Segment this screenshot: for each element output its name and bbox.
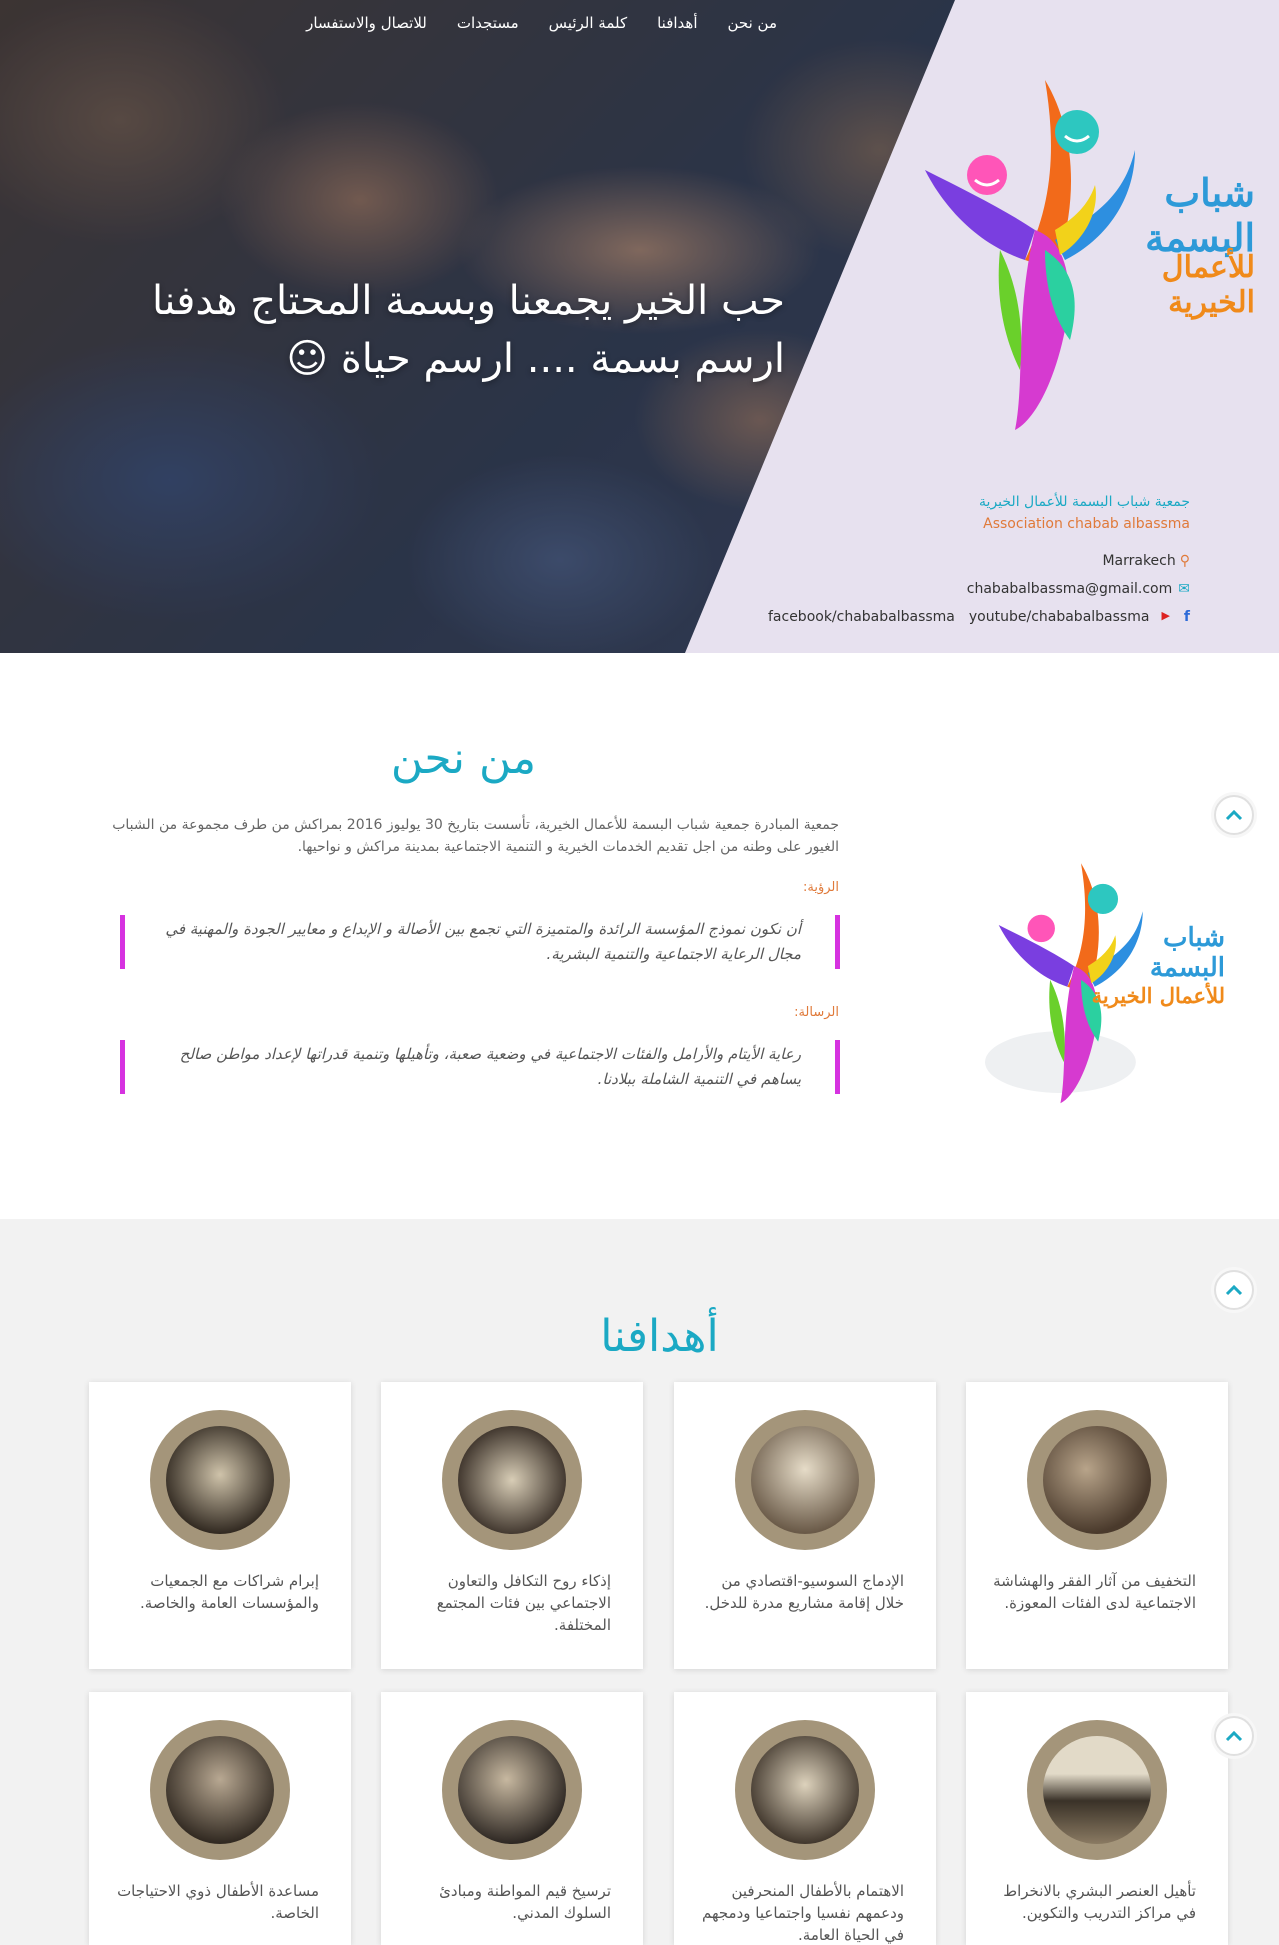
goal-photo xyxy=(1043,1736,1151,1844)
goal-image-ring xyxy=(150,1410,290,1550)
about-section: من نحن جمعية المبادرة جمعية شباب البسمة … xyxy=(0,653,1279,1219)
chevron-up-icon xyxy=(1225,1284,1243,1296)
goal-card: إبرام شراكات مع الجمعيات والمؤسسات العام… xyxy=(89,1382,351,1669)
envelope-icon: ✉ xyxy=(1178,581,1190,597)
goal-photo xyxy=(751,1426,859,1534)
goal-text: تأهيل العنصر البشري بالانخراط في مراكز ا… xyxy=(1003,1882,1196,1922)
goal-image-ring xyxy=(442,1720,582,1860)
scroll-top-button[interactable] xyxy=(1214,795,1254,835)
scroll-top-button[interactable] xyxy=(1214,1716,1254,1756)
logo-text-main: شباب البسمة xyxy=(1149,923,1225,983)
nav-item-about[interactable]: من نحن xyxy=(728,14,778,32)
email-text[interactable]: chababalbassma@gmail.com xyxy=(967,581,1172,597)
goal-photo xyxy=(458,1426,566,1534)
goal-photo xyxy=(458,1736,566,1844)
email-row[interactable]: ✉ chababalbassma@gmail.com xyxy=(930,581,1190,597)
goal-card: الاهتمام بالأطفال المنحرفين ودعمهم نفسيا… xyxy=(674,1692,936,1945)
youtube-icon[interactable]: ▶ xyxy=(1161,609,1169,625)
youtube-link[interactable]: youtube/chababalbassma xyxy=(969,609,1150,625)
goal-card: التخفيف من آثار الفقر والهشاشة الاجتماعي… xyxy=(966,1382,1228,1669)
about-description: جمعية المبادرة جمعية شباب البسمة للأعمال… xyxy=(112,817,839,855)
facebook-link[interactable]: facebook/chababalbassma xyxy=(768,609,955,625)
org-name-en: Association chabab albassma xyxy=(983,516,1190,532)
goal-image-ring xyxy=(442,1410,582,1550)
vision-quote: أن نكون نموذج المؤسسة الرائدة والمتميزة … xyxy=(120,915,840,969)
nav-item-goals[interactable]: أهدافنا xyxy=(657,14,697,32)
scroll-top-button[interactable] xyxy=(1214,1270,1254,1310)
hero-slogan: حب الخير يجمعنا وبسمة المحتاج هدفنا ارسم… xyxy=(60,272,785,388)
goal-text: التخفيف من آثار الفقر والهشاشة الاجتماعي… xyxy=(993,1572,1196,1612)
goal-photo xyxy=(166,1426,274,1534)
goal-photo xyxy=(751,1736,859,1844)
goal-image-ring xyxy=(150,1720,290,1860)
goal-card: مساعدة الأطفال ذوي الاحتياجات الخاصة. xyxy=(89,1692,351,1945)
logo-text-sub: للأعمال الخيرية xyxy=(1091,983,1225,1008)
goal-card: الإدماج السوسيو-اقتصادي من خلال إقامة مش… xyxy=(674,1382,936,1669)
hero-line-2: ارسم بسمة .... ارسم حياة ☺ xyxy=(286,336,785,382)
goal-text: إذكاء روح التكافل والتعاون الاجتماعي بين… xyxy=(436,1572,611,1634)
goal-card: ترسيخ قيم المواطنة ومبادئ السلوك المدني. xyxy=(381,1692,643,1945)
location-row: ⚲ Marrakech xyxy=(1000,553,1190,569)
nav-item-president[interactable]: كلمة الرئيس xyxy=(549,14,627,32)
chevron-up-icon xyxy=(1225,1730,1243,1742)
goal-image-ring xyxy=(735,1410,875,1550)
goal-photo xyxy=(166,1736,274,1844)
goals-title: أهدافنا xyxy=(600,1311,719,1362)
goal-card: تأهيل العنصر البشري بالانخراط في مراكز ا… xyxy=(966,1692,1228,1945)
goals-section: أهدافنا التخفيف من آثار الفقر والهشاشة ا… xyxy=(0,1219,1279,1945)
goal-image-ring xyxy=(735,1720,875,1860)
org-name-ar: جمعية شباب البسمة للأعمال الخيرية xyxy=(979,494,1190,510)
goal-text: ترسيخ قيم المواطنة ومبادئ السلوك المدني. xyxy=(439,1882,611,1922)
social-row: f ▶ youtube/chababalbassma facebook/chab… xyxy=(760,609,1190,625)
goal-text: الاهتمام بالأطفال المنحرفين ودعمهم نفسيا… xyxy=(701,1882,904,1944)
logo-text-sub: للأعمال الخيرية xyxy=(1161,250,1255,320)
goal-text: إبرام شراكات مع الجمعيات والمؤسسات العام… xyxy=(140,1572,319,1612)
mission-label: الرسالة: xyxy=(794,1005,839,1020)
main-nav: من نحن أهدافنا كلمة الرئيس مستجدات للاتص… xyxy=(278,14,777,32)
mission-quote: رعاية الأيتام والأرامل والفئات الاجتماعي… xyxy=(120,1040,840,1094)
vision-label: الرؤية: xyxy=(803,880,839,895)
association-logo: شباب البسمة للأعمال الخيرية xyxy=(905,40,1255,440)
nav-item-news[interactable]: مستجدات xyxy=(457,14,519,32)
hero-line-1: حب الخير يجمعنا وبسمة المحتاج هدفنا xyxy=(152,278,785,324)
facebook-icon[interactable]: f xyxy=(1184,609,1190,625)
goal-card: إذكاء روح التكافل والتعاون الاجتماعي بين… xyxy=(381,1382,643,1669)
goal-text: الإدماج السوسيو-اقتصادي من خلال إقامة مش… xyxy=(704,1572,904,1612)
about-title: من نحن xyxy=(390,733,537,784)
about-logo: شباب البسمة للأعمال الخيرية xyxy=(985,823,1225,1123)
city-text: Marrakech xyxy=(1102,553,1176,569)
map-marker-icon: ⚲ xyxy=(1179,553,1190,569)
chevron-up-icon xyxy=(1225,809,1243,821)
goal-image-ring xyxy=(1027,1410,1167,1550)
logo-text-main: شباب البسمة xyxy=(1145,170,1255,260)
goal-photo xyxy=(1043,1426,1151,1534)
hero-section: من نحن أهدافنا كلمة الرئيس مستجدات للاتص… xyxy=(0,0,1279,653)
nav-item-contact[interactable]: للاتصال والاستفسار xyxy=(306,14,427,32)
goal-image-ring xyxy=(1027,1720,1167,1860)
goal-text: مساعدة الأطفال ذوي الاحتياجات الخاصة. xyxy=(117,1882,319,1922)
